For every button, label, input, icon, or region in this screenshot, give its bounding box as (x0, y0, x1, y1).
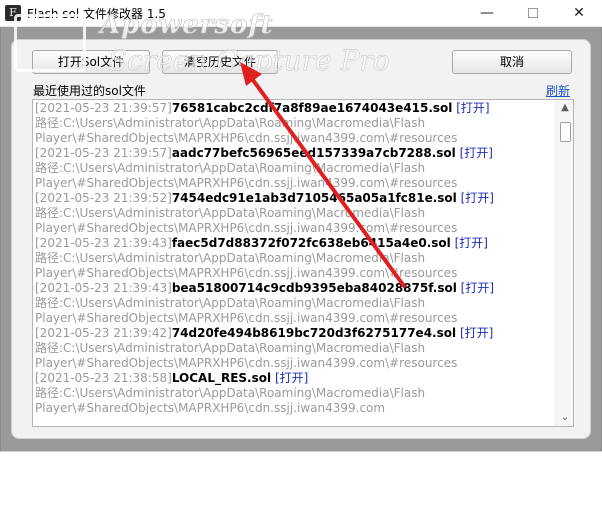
maximize-icon (528, 8, 538, 18)
minimize-button[interactable]: — (464, 0, 510, 27)
entry-timestamp: [2021-05-23 21:38:58] (35, 371, 172, 385)
entry-filename: 7454edc91e1ab3d7105465a05a1fc81e.sol (171, 191, 457, 205)
entry-filename: bea51800714c9cdb9395eba84028875f.sol (171, 281, 457, 295)
open-entry-link[interactable]: [打开] (460, 326, 493, 340)
open-entry-link[interactable]: [打开] (461, 191, 494, 205)
entry-path: 路径:C:\Users\Administrator\AppData\Roamin… (35, 386, 426, 400)
entry-path: Player\#SharedObjects\MAPRXHP6\cdn.ssjj.… (35, 266, 458, 280)
entry-path: Player\#SharedObjects\MAPRXHP6\cdn.ssjj.… (35, 356, 458, 370)
entry-path: 路径:C:\Users\Administrator\AppData\Roamin… (35, 341, 426, 355)
scrollbar-thumb[interactable] (560, 122, 571, 142)
list-item: [2021-05-23 21:39:57]aadc77befc56965eed1… (33, 146, 555, 161)
entry-filename: aadc77befc56965eed157339a7cb7288.sol (171, 146, 456, 160)
dialog-backdrop: 打开Sol文件 清空历史文件 取消 最近使用过的sol文件 刷新 [2021-0… (0, 27, 602, 451)
open-entry-link[interactable]: [打开] (460, 146, 493, 160)
cancel-button[interactable]: 取消 (452, 50, 572, 74)
history-panel: 打开Sol文件 清空历史文件 取消 最近使用过的sol文件 刷新 [2021-0… (11, 39, 591, 439)
list-item: [2021-05-23 21:39:57]76581cabc2cdf7a8f89… (33, 101, 555, 116)
open-entry-link[interactable]: [打开] (456, 101, 489, 115)
watermark-text: Apowersoft (100, 10, 274, 41)
entry-timestamp: [2021-05-23 21:39:52] (35, 191, 172, 205)
entry-path: 路径:C:\Users\Administrator\AppData\Roamin… (35, 161, 426, 175)
scroll-up-icon[interactable]: ▲ (556, 100, 573, 116)
list-item: [2021-05-23 21:39:43]bea51800714c9cdb939… (33, 281, 555, 296)
entry-timestamp: [2021-05-23 21:39:57] (35, 101, 172, 115)
list-item: [2021-05-23 21:39:43]faec5d7d88372f072fc… (33, 236, 555, 251)
entry-path: 路径:C:\Users\Administrator\AppData\Roamin… (35, 251, 426, 265)
refresh-link[interactable]: 刷新 (546, 82, 570, 99)
entry-path: Player\#SharedObjects\MAPRXHP6\cdn.ssjj.… (35, 221, 458, 235)
window-bottom-area (0, 451, 602, 532)
entry-filename: 74d20fe494b8619bc720d3f6275177e4.sol (171, 326, 457, 340)
watermark-subtext: Screen Capture Pro (108, 44, 390, 78)
scroll-down-icon[interactable]: ⌄ (556, 410, 573, 426)
entry-timestamp: [2021-05-23 21:39:43] (35, 236, 172, 250)
entry-filename: LOCAL_RES.sol (171, 371, 272, 385)
entry-filename: 76581cabc2cdf7a8f89ae1674043e415.sol (171, 101, 453, 115)
entry-path: Player\#SharedObjects\MAPRXHP6\cdn.ssjj.… (35, 311, 458, 325)
open-entry-link[interactable]: [打开] (275, 371, 308, 385)
entry-filename: faec5d7d88372f072fc638eb6415a4e0.sol (171, 236, 451, 250)
list-item: [2021-05-23 21:39:52]7454edc91e1ab3d7105… (33, 191, 555, 206)
list-item: [2021-05-23 21:38:58]LOCAL_RES.sol [打开] (33, 371, 555, 386)
entry-path: 路径:C:\Users\Administrator\AppData\Roamin… (35, 296, 426, 310)
entry-timestamp: [2021-05-23 21:39:57] (35, 146, 172, 160)
entry-path: Player\#SharedObjects\MAPRXHP6\cdn.ssjj.… (35, 176, 458, 190)
vertical-scrollbar[interactable]: ▲ ⌄ (555, 100, 573, 426)
open-entry-link[interactable]: [打开] (455, 236, 488, 250)
title-bar: F Flash sol 文件修改器 1.5 — ✕ (0, 0, 602, 27)
entry-path: 路径:C:\Users\Administrator\AppData\Roamin… (35, 116, 426, 130)
entry-path: Player\#SharedObjects\MAPRXHP6\cdn.ssjj.… (35, 401, 386, 415)
open-entry-link[interactable]: [打开] (461, 281, 494, 295)
maximize-button[interactable] (510, 0, 556, 27)
entry-path: Player\#SharedObjects\MAPRXHP6\cdn.ssjj.… (35, 131, 458, 145)
entry-timestamp: [2021-05-23 21:39:43] (35, 281, 172, 295)
recent-files-list[interactable]: [2021-05-23 21:39:57]76581cabc2cdf7a8f89… (32, 99, 574, 427)
recent-files-content: [2021-05-23 21:39:57]76581cabc2cdf7a8f89… (33, 101, 555, 416)
entry-timestamp: [2021-05-23 21:39:42] (35, 326, 172, 340)
list-item: [2021-05-23 21:39:42]74d20fe494b8619bc72… (33, 326, 555, 341)
recent-files-label: 最近使用过的sol文件 (33, 84, 146, 98)
watermark-logo (14, 14, 86, 72)
close-button[interactable]: ✕ (556, 0, 602, 27)
entry-path: 路径:C:\Users\Administrator\AppData\Roamin… (35, 206, 426, 220)
